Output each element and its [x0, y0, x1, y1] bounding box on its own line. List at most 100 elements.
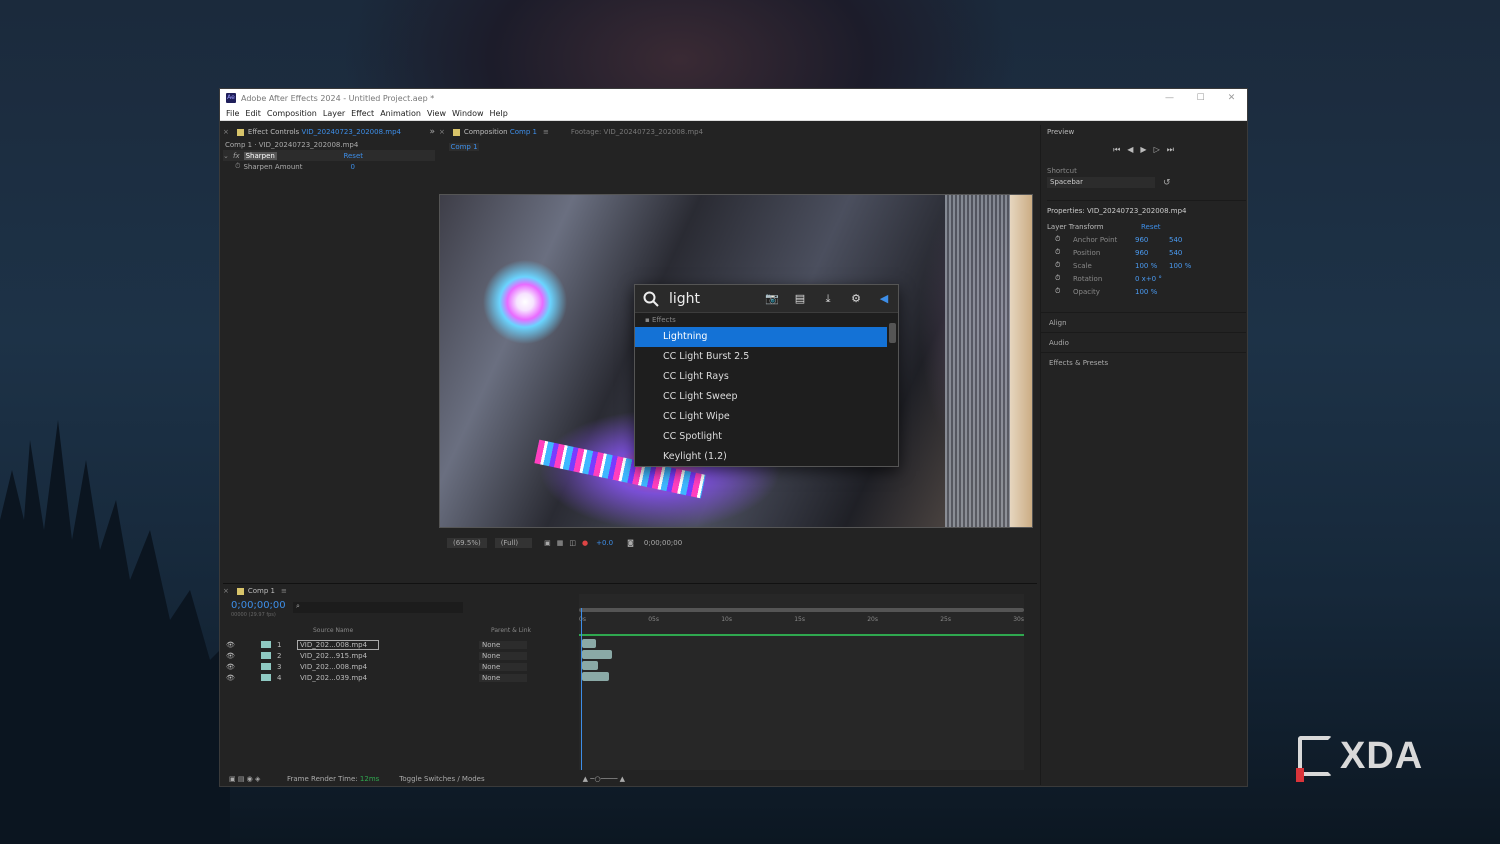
- close-tab-icon[interactable]: ×: [439, 128, 445, 136]
- grid-icon[interactable]: ▦: [557, 539, 564, 547]
- resolution-select[interactable]: (Full): [494, 538, 533, 548]
- region-icon[interactable]: ▣: [544, 539, 551, 547]
- menu-layer[interactable]: Layer: [320, 109, 348, 118]
- panel-menu-icon[interactable]: ≡: [543, 128, 549, 136]
- color-icon[interactable]: ●: [582, 539, 588, 547]
- transform-reset-link[interactable]: Reset: [1141, 223, 1161, 231]
- label-color[interactable]: [261, 652, 271, 659]
- stopwatch-icon[interactable]: ⏱: [1055, 274, 1073, 283]
- eye-icon[interactable]: 👁: [223, 641, 261, 649]
- gear-icon[interactable]: ⚙: [842, 292, 870, 305]
- play-icon[interactable]: ▶: [1140, 145, 1146, 155]
- effect-name-label: Sharpen: [243, 151, 277, 160]
- exposure-value[interactable]: +0.0: [596, 539, 613, 547]
- layer-bar[interactable]: [582, 639, 596, 648]
- download-icon[interactable]: ⤓: [814, 292, 842, 306]
- layer-row[interactable]: 👁 3 VID_202...008.mp4 None: [223, 661, 579, 672]
- result-item[interactable]: Keylight (1.2): [635, 447, 887, 467]
- label-color[interactable]: [261, 663, 271, 670]
- footage-tab[interactable]: Footage: VID_20240723_202008.mp4: [571, 128, 703, 136]
- footer-icons[interactable]: ▣ ▤ ◉ ◈: [229, 775, 287, 783]
- result-item[interactable]: Lightning: [635, 327, 887, 347]
- parent-select[interactable]: None: [479, 651, 527, 660]
- reset-shortcut-icon[interactable]: ↺: [1163, 178, 1171, 188]
- properties-title: Properties: VID_20240723_202008.mp4: [1047, 200, 1246, 215]
- layer-bar[interactable]: [582, 661, 598, 670]
- close-tab-icon[interactable]: ×: [223, 587, 229, 595]
- work-area-bar[interactable]: [579, 608, 1024, 612]
- expand-panels-icon[interactable]: »: [429, 127, 435, 137]
- viewer-timecode[interactable]: 0;00;00;00: [644, 539, 682, 547]
- stopwatch-icon[interactable]: ⏱: [1055, 261, 1073, 270]
- effect-row-sharpen[interactable]: ⌄ fx Sharpen Reset: [223, 150, 435, 161]
- results-scrollbar[interactable]: [889, 323, 896, 343]
- layer-bar[interactable]: [582, 672, 609, 681]
- result-item[interactable]: CC Spotlight: [635, 427, 887, 447]
- collapse-chevron-icon[interactable]: ⌄: [223, 152, 233, 160]
- result-item[interactable]: CC Light Wipe: [635, 407, 887, 427]
- menu-window[interactable]: Window: [449, 109, 487, 118]
- eye-icon[interactable]: 👁: [223, 663, 261, 671]
- result-item[interactable]: CC Light Burst 2.5: [635, 347, 887, 367]
- effect-reset-link[interactable]: Reset: [343, 152, 363, 160]
- layer-row[interactable]: 👁 1 VID_202...008.mp4 None: [223, 639, 579, 650]
- next-frame-icon[interactable]: ▷: [1154, 145, 1160, 155]
- minimize-button[interactable]: —: [1154, 93, 1185, 103]
- maximize-button[interactable]: ☐: [1185, 93, 1216, 103]
- menu-file[interactable]: File: [223, 109, 242, 118]
- zoom-select[interactable]: (69.5%): [447, 538, 487, 548]
- layer-row[interactable]: 👁 2 VID_202...915.mp4 None: [223, 650, 579, 661]
- menu-view[interactable]: View: [424, 109, 449, 118]
- result-item[interactable]: CC Light Rays: [635, 367, 887, 387]
- layer-row[interactable]: 👁 4 VID_202...039.mp4 None: [223, 672, 579, 683]
- timeline-track-area[interactable]: 0s 05s 10s 15s 20s 25s 30s: [579, 594, 1024, 770]
- parent-select[interactable]: None: [479, 640, 527, 649]
- comp-subtab[interactable]: Comp 1: [449, 143, 479, 151]
- menu-effect[interactable]: Effect: [348, 109, 377, 118]
- close-tab-icon[interactable]: ×: [223, 128, 229, 136]
- library-icon[interactable]: ▤: [786, 292, 814, 305]
- timeline-timecode[interactable]: 0;00;00;00: [231, 600, 286, 611]
- stopwatch-icon[interactable]: ⏱: [1055, 235, 1073, 244]
- prev-frame-icon[interactable]: ◀: [1127, 145, 1133, 155]
- last-frame-icon[interactable]: ⏭: [1167, 145, 1174, 155]
- close-button[interactable]: ✕: [1216, 93, 1247, 103]
- composition-viewer[interactable]: light 📷 ▤ ⤓ ⚙ ◀ ▪ Effects Lightning CC L…: [439, 194, 1033, 528]
- label-color[interactable]: [261, 641, 271, 648]
- menu-composition[interactable]: Composition: [264, 109, 320, 118]
- parent-select[interactable]: None: [479, 673, 527, 682]
- stopwatch-icon[interactable]: ⏱: [235, 162, 240, 171]
- composition-tabs: × Composition Comp 1 ≡ Footage: VID_2024072…: [439, 128, 704, 136]
- fx-icon[interactable]: fx: [233, 152, 240, 160]
- panel-menu-icon[interactable]: ≡: [281, 587, 287, 595]
- time-ruler[interactable]: 0s 05s 10s 15s 20s 25s 30s: [579, 616, 1024, 623]
- toggle-switches-modes[interactable]: Toggle Switches / Modes: [399, 775, 484, 783]
- playhead[interactable]: [581, 608, 582, 770]
- effect-controls-tab[interactable]: × Effect Controls VID_20240723_202008.mp4…: [223, 125, 435, 139]
- search-input[interactable]: light: [669, 291, 758, 307]
- section-audio[interactable]: Audio: [1041, 332, 1246, 352]
- camera-icon[interactable]: 📷: [758, 292, 786, 305]
- section-align[interactable]: Align: [1041, 312, 1246, 332]
- label-color[interactable]: [261, 674, 271, 681]
- parent-select[interactable]: None: [479, 662, 527, 671]
- zoom-slider[interactable]: ▲ ─○──── ▲: [583, 775, 625, 783]
- menu-help[interactable]: Help: [487, 109, 511, 118]
- stopwatch-icon[interactable]: ⏱: [1055, 248, 1073, 257]
- eye-icon[interactable]: 👁: [223, 652, 261, 660]
- section-effects-presets[interactable]: Effects & Presets: [1041, 352, 1246, 372]
- menu-animation[interactable]: Animation: [377, 109, 424, 118]
- ec-breadcrumb: Comp 1 · VID_20240723_202008.mp4: [225, 140, 359, 149]
- layer-bar[interactable]: [582, 650, 612, 659]
- first-frame-icon[interactable]: ⏮: [1113, 145, 1120, 155]
- snapshot-icon[interactable]: ◙: [627, 539, 634, 547]
- eye-icon[interactable]: 👁: [223, 674, 261, 682]
- mask-icon[interactable]: ◫: [569, 539, 576, 547]
- shortcut-select[interactable]: Spacebar: [1047, 177, 1155, 188]
- send-icon[interactable]: ◀: [870, 292, 898, 305]
- sharpen-amount-value[interactable]: 0: [351, 163, 355, 171]
- menu-edit[interactable]: Edit: [242, 109, 264, 118]
- stopwatch-icon[interactable]: ⏱: [1055, 287, 1073, 296]
- result-item[interactable]: CC Light Sweep: [635, 387, 887, 407]
- timeline-search-input[interactable]: ⌕: [293, 602, 463, 613]
